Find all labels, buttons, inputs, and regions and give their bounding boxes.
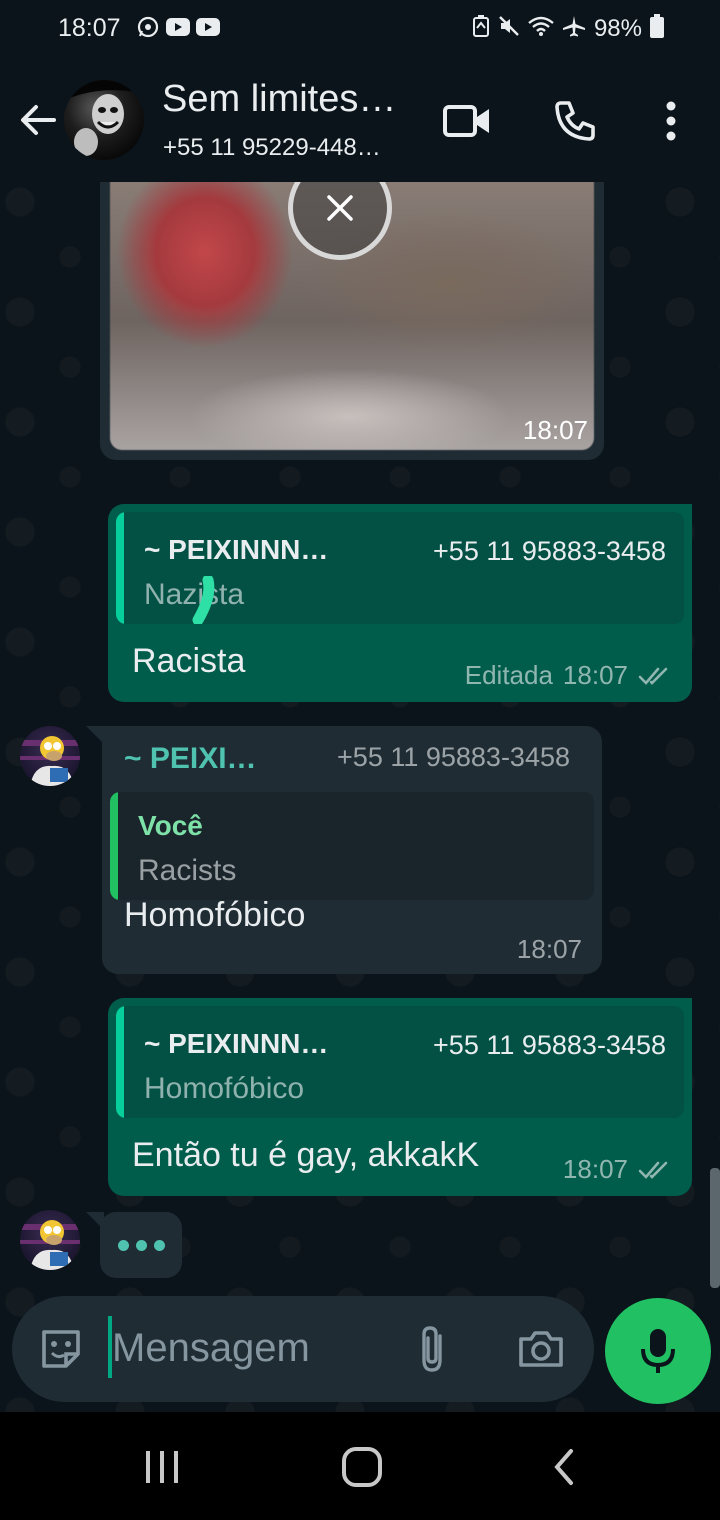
- message-meta: 18:07: [563, 1154, 672, 1185]
- chat-area[interactable]: 18:07 ~ PEIXINNN… +55 11 95883-3458 Nazi…: [0, 182, 720, 1412]
- youtube-icon: [196, 16, 220, 38]
- voice-message-button[interactable]: [605, 1298, 711, 1404]
- voice-call-button[interactable]: [550, 96, 600, 146]
- scrollbar[interactable]: [710, 1168, 720, 1288]
- sender-name[interactable]: ~ PEIXI…: [124, 742, 257, 776]
- message-time: 18:07: [516, 934, 582, 964]
- homer-avatar-image: [20, 736, 80, 786]
- home-icon: [342, 1447, 382, 1487]
- mute-icon: [498, 15, 520, 42]
- system-status: 98%: [472, 14, 664, 43]
- quote-bar: [110, 792, 118, 900]
- arrow-left-icon: [21, 105, 56, 135]
- sender-avatar[interactable]: [20, 726, 80, 786]
- message-time: 18:07: [562, 660, 628, 690]
- incoming-message[interactable]: ~ PEIXI… +55 11 95883-3458 Você Racists …: [102, 726, 602, 974]
- video-call-button[interactable]: [442, 96, 492, 146]
- sender-phone[interactable]: +55 11 95883-3458: [337, 742, 570, 773]
- chat-title[interactable]: Sem limites…: [162, 78, 396, 121]
- edited-label: Editada: [464, 660, 553, 690]
- status-time: 18:07: [58, 14, 121, 42]
- outgoing-message[interactable]: ~ PEIXINNN… +55 11 95883-3458 Homofóbico…: [108, 998, 692, 1196]
- quote-bar: [116, 1006, 124, 1118]
- close-icon: [293, 182, 387, 255]
- green-scribble: [192, 576, 215, 624]
- quote-sender-name: ~ PEIXINNN…: [144, 1028, 329, 1059]
- quote-sender-name: Você: [138, 810, 203, 841]
- nav-back-button[interactable]: [534, 1442, 594, 1492]
- chat-header: Sem limites… +55 11 95229-448…: [0, 58, 720, 182]
- quote-text: Racists: [138, 854, 237, 887]
- message-text: Então tu é gay, akkakK: [132, 1136, 480, 1174]
- recent-apps-button[interactable]: [132, 1442, 192, 1492]
- chevron-left-icon: [554, 1449, 573, 1485]
- battery-percent: 98%: [593, 14, 642, 42]
- wifi-icon: [528, 15, 554, 42]
- attach-button[interactable]: [406, 1322, 460, 1376]
- message-meta: 18:07: [517, 934, 582, 965]
- youtube-icon: [166, 16, 190, 38]
- typing-dot: [154, 1240, 165, 1251]
- message-input[interactable]: Mensagem: [112, 1326, 310, 1371]
- mic-icon: [641, 1329, 675, 1373]
- more-options-icon: [666, 101, 676, 141]
- quote-sender-phone: +55 11 95883-3458: [433, 1030, 666, 1060]
- notification-icons: [136, 16, 220, 38]
- camera-button[interactable]: [514, 1322, 568, 1376]
- typing-dot: [136, 1240, 147, 1251]
- message-time: 18:07: [562, 1154, 628, 1184]
- sticker-button[interactable]: [34, 1322, 88, 1376]
- home-button[interactable]: [332, 1442, 392, 1492]
- typing-indicator: •••: [100, 1212, 182, 1278]
- message-composer[interactable]: Mensagem: [12, 1296, 594, 1402]
- more-options-button[interactable]: [646, 96, 696, 146]
- attach-icon: [422, 1326, 442, 1372]
- quote-sender-name: ~ PEIXINNN…: [144, 534, 329, 565]
- video-call-icon: [443, 105, 489, 137]
- status-bar: 18:07 98%: [0, 0, 720, 58]
- typing-dot: [118, 1240, 129, 1251]
- sticker-icon: [42, 1330, 80, 1368]
- data-saver-icon: [472, 15, 490, 42]
- camera-icon: [519, 1331, 563, 1367]
- sender-avatar[interactable]: [20, 1210, 80, 1270]
- chat-subtitle[interactable]: +55 11 95229-448…: [163, 134, 381, 162]
- system-nav-bar: [0, 1412, 720, 1520]
- quoted-message[interactable]: ~ PEIXINNN… +55 11 95883-3458 Homofóbico: [116, 1006, 684, 1118]
- cancel-download-button[interactable]: [288, 182, 392, 260]
- image-message[interactable]: 18:07: [100, 182, 604, 460]
- back-button[interactable]: [18, 100, 58, 140]
- quoted-message[interactable]: Você Racists: [110, 792, 594, 900]
- quoted-message[interactable]: ~ PEIXINNN… +55 11 95883-3458 Nazista: [116, 512, 684, 624]
- recent-apps-icon: [146, 1451, 178, 1483]
- avatar-image: [64, 80, 144, 156]
- double-check-icon: [638, 667, 668, 685]
- voice-call-icon: [555, 101, 595, 141]
- message-time: 18:07: [522, 415, 588, 445]
- quote-text: Homofóbico: [144, 1072, 305, 1105]
- airplane-icon: [562, 15, 586, 42]
- quote-bar: [116, 512, 124, 624]
- outgoing-message[interactable]: ~ PEIXINNN… +55 11 95883-3458 Nazista Ra…: [108, 504, 692, 702]
- message-text: Homofóbico: [124, 896, 306, 934]
- message-text: Racista: [132, 642, 246, 680]
- whatsapp-icon: [136, 16, 160, 38]
- double-check-icon: [638, 1161, 668, 1179]
- quote-sender-phone: +55 11 95883-3458: [433, 536, 666, 566]
- battery-icon: [650, 14, 664, 43]
- homer-avatar-image: [20, 1220, 80, 1270]
- contact-avatar[interactable]: [64, 80, 144, 160]
- message-meta: Editada 18:07: [465, 660, 672, 691]
